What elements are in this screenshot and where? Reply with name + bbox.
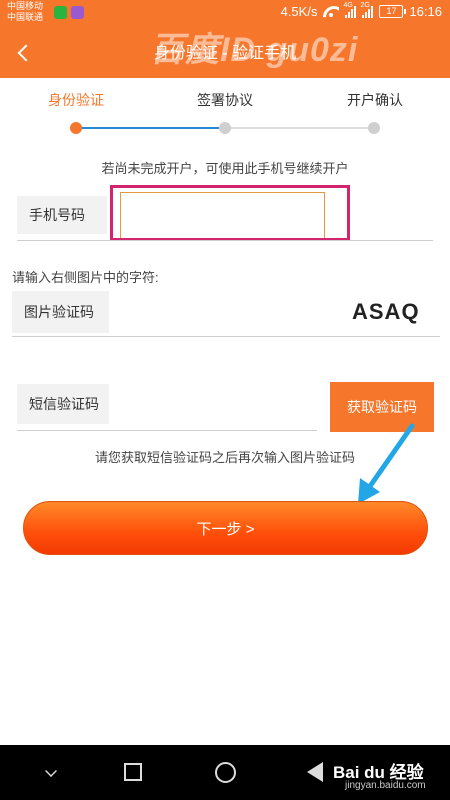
page-title: 身份验证 - 验证手机 xyxy=(153,45,297,62)
step-dot-1 xyxy=(70,122,82,134)
step-dot-3 xyxy=(368,122,380,134)
next-step-button[interactable]: 下一步 > xyxy=(23,501,428,555)
clock: 16:16 xyxy=(409,4,442,19)
sms-code-label: 短信验证码 xyxy=(17,384,109,424)
step-progress-line-completed xyxy=(78,127,224,129)
wifi-icon xyxy=(323,6,339,18)
annotation-arrow-icon xyxy=(358,423,415,504)
signal-4g-icon: 4G xyxy=(343,2,357,18)
captcha-caption: 请输入右侧图片中的字符: xyxy=(12,270,159,285)
carrier-2: 中国联通 xyxy=(7,12,44,22)
signal-2g-icon: 2G xyxy=(360,2,374,18)
battery-icon: 17 xyxy=(379,5,407,18)
divider xyxy=(12,336,440,337)
status-indicators: 4.5K/s 4G 2G 17 16:16 xyxy=(280,2,442,20)
network-speed: 4.5K/s xyxy=(280,4,318,19)
home-icon[interactable] xyxy=(215,762,236,783)
highlight-box xyxy=(110,185,350,241)
carrier-info: 中国移动 中国联通 xyxy=(7,1,43,23)
step-sign-agreement: 签署协议 xyxy=(197,92,253,108)
recent-apps-icon[interactable] xyxy=(124,763,142,781)
app-header: 中国移动 中国联通 4.5K/s 4G 2G 17 16:16 百度ID gu0… xyxy=(0,0,450,78)
step-progress-line-pending xyxy=(226,127,372,129)
step-account-confirmation: 开户确认 xyxy=(347,92,403,108)
back-nav-icon[interactable] xyxy=(307,762,323,782)
notification-gallery-icon xyxy=(71,6,84,19)
divider xyxy=(17,240,433,241)
baidu-url: jingyan.baidu.com xyxy=(345,780,426,791)
divider xyxy=(17,430,317,431)
carrier-1: 中国移动 xyxy=(7,1,44,11)
captcha-image[interactable]: ASAQ xyxy=(352,299,420,325)
step-identity-verification: 身份验证 xyxy=(48,92,104,108)
notification-app-icon xyxy=(54,6,67,19)
captcha-label: 图片验证码 xyxy=(12,291,109,333)
phone-hint: 若尚未完成开户，可使用此手机号继续开户 xyxy=(101,161,349,176)
phone-label: 手机号码 xyxy=(17,196,107,234)
step-dot-2 xyxy=(219,122,231,134)
